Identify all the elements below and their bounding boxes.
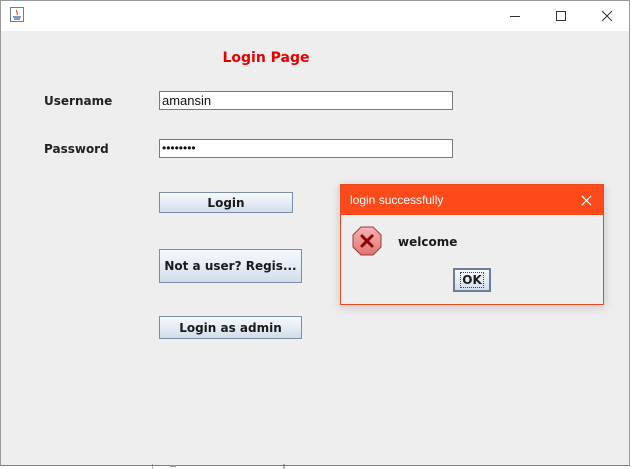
maximize-button[interactable]	[538, 1, 584, 31]
background-window-fragment	[152, 464, 285, 469]
minimize-icon	[510, 16, 520, 17]
page-title: Login Page	[222, 50, 310, 66]
dialog-message: welcome	[398, 235, 458, 249]
close-button[interactable]	[584, 1, 630, 31]
password-field[interactable]: ••••••••	[159, 139, 453, 158]
close-icon	[581, 195, 591, 205]
register-button[interactable]: Not a user? Regis...	[159, 249, 302, 283]
username-label: Username	[44, 94, 113, 108]
dialog-close-button[interactable]	[569, 185, 603, 215]
password-label: Password	[44, 142, 109, 156]
username-field[interactable]: amansin	[159, 91, 453, 110]
minimize-button[interactable]	[492, 1, 538, 31]
java-icon	[10, 7, 24, 22]
close-icon	[601, 10, 613, 22]
login-as-admin-button[interactable]: Login as admin	[159, 316, 302, 339]
ok-button-label: OK	[460, 272, 484, 288]
error-icon	[352, 226, 382, 256]
login-button[interactable]: Login	[159, 192, 293, 213]
dialog-titlebar[interactable]: login successfully	[341, 185, 603, 215]
message-dialog: login successfully welcome OK	[340, 184, 604, 305]
dialog-title: login successfully	[350, 193, 444, 207]
ok-button[interactable]: OK	[453, 268, 491, 292]
window-titlebar[interactable]	[1, 1, 629, 31]
maximize-icon	[556, 11, 566, 21]
